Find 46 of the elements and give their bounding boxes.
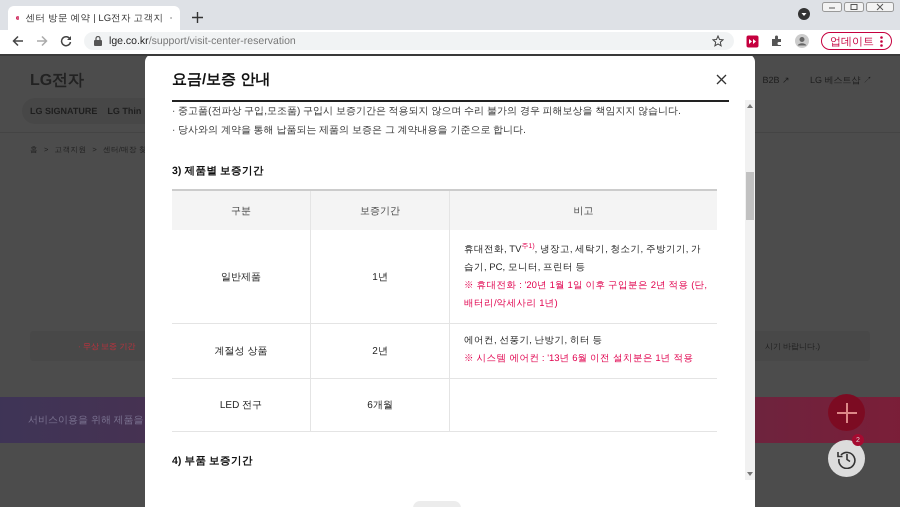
history-icon [836,448,856,468]
minimize-icon[interactable] [822,2,842,12]
remark-note: ※ 시스템 에어컨 : '13년 6월 이전 설치분은 1년 적용 [464,352,694,366]
dialog-title: 요금/보증 안내 [172,70,272,88]
scroll-up-icon[interactable] [747,104,753,108]
new-tab-icon[interactable] [192,12,203,23]
restore-icon[interactable] [844,2,864,12]
column-header: 구분 [172,190,310,230]
extension-icon[interactable] [746,34,759,48]
dropdown-icon[interactable] [798,8,810,20]
tab-title: 센터 방문 예약 | LG전자 고객지 [25,12,164,24]
lock-icon [94,36,102,46]
notice-text: · 무상 보증 기간 [78,340,136,352]
plus-icon [836,402,856,422]
table-cell: 계절성 상품 [172,324,310,379]
column-header: 비고 [450,190,717,230]
table-cell: 2년 [310,324,450,379]
table-cell: 6개월 [310,378,450,432]
history-button[interactable] [828,440,865,477]
more-icon [880,36,883,46]
scrollbar[interactable] [745,100,755,480]
scroll-down-icon[interactable] [747,472,753,476]
puzzle-icon[interactable] [771,35,783,47]
section-heading: 3) 제품별 보증기간 [172,164,266,178]
url-text: lge.co.kr/support/visit-center-reservation [109,35,296,47]
remark-text: 에어컨, 선풍기, 난방기, 히터 등 [464,334,604,348]
scroll-thumb[interactable] [746,172,754,220]
column-header: 보증기간 [310,190,450,230]
note-text: · 당사와의 계약을 통해 납품되는 제품의 보증은 그 계약내용을 기준으로 합니다. [172,124,527,138]
section-heading: 4) 부품 보증기간 [172,454,254,468]
address-bar[interactable]: lge.co.kr/support/visit-center-reservation [84,32,734,50]
table-cell: 일반제품 [172,230,310,324]
table-cell: LED 전구 [172,378,310,432]
close-icon[interactable] [866,2,894,12]
close-icon[interactable] [716,74,727,84]
star-icon[interactable] [712,35,724,47]
note-text: · 중고품(전파상 구입,모조품) 구입시 보증기간은 적용되지 않으며 수리 불가의 경우 피해보상을 책임지지 않습니다. [172,105,682,119]
remark-text: 휴대전화, TV$^{주1)}$, 냉장고, 세탁기, 청소기, 주방기기, 가습기, PC, 모니터, 프린터 등 [464,242,702,276]
update-button[interactable]: 업데이트 [821,32,892,50]
table-cell: 1년 [310,230,450,324]
remark-note: ※ 휴대전화 : '20년 1월 1일 이후 구입분은 2년 적용 (단, 배터리/악세사리 1년) [464,279,708,312]
profile-icon[interactable] [795,34,809,48]
browser-tab[interactable]: 센터 방문 예약 | LG전자 고객지 [8,6,180,30]
reload-icon[interactable] [60,35,72,47]
banner-text: 서비스이용을 위해 제품을 [28,414,144,427]
back-icon[interactable] [12,35,24,47]
